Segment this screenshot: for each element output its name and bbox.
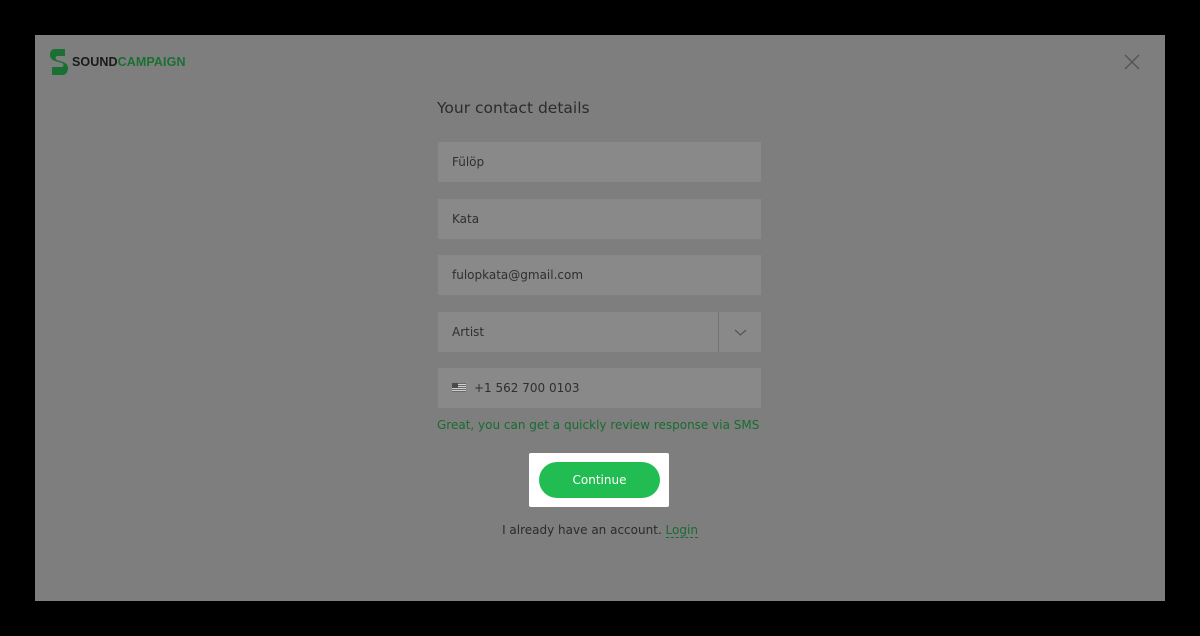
- last-name-field[interactable]: Kata: [438, 199, 761, 239]
- continue-highlight: Continue: [529, 453, 669, 507]
- logo: SOUNDCAMPAIGN: [49, 47, 186, 77]
- close-icon[interactable]: [1123, 53, 1141, 71]
- email-field[interactable]: fulopkata@gmail.com: [438, 255, 761, 295]
- page-title: Your contact details: [437, 99, 590, 117]
- brand-name: SOUNDCAMPAIGN: [72, 55, 186, 69]
- chevron-down-icon[interactable]: [734, 326, 747, 338]
- last-name-value: Kata: [452, 212, 480, 226]
- first-name-field[interactable]: Fülöp: [438, 142, 761, 182]
- phone-value: +1 562 700 0103: [474, 381, 580, 395]
- role-select[interactable]: Artist: [438, 312, 761, 352]
- flag-icon[interactable]: [452, 383, 466, 392]
- login-link[interactable]: Login: [665, 523, 698, 538]
- select-divider: [718, 312, 719, 352]
- soundcampaign-logo-icon: [50, 49, 68, 75]
- brand-name-campaign: CAMPAIGN: [117, 55, 186, 69]
- first-name-value: Fülöp: [452, 155, 485, 169]
- signup-modal: SOUNDCAMPAIGN Your contact details Fülöp…: [35, 35, 1165, 601]
- brand-name-sound: SOUND: [72, 55, 118, 69]
- account-line: I already have an account. Login: [35, 523, 1165, 538]
- account-text: I already have an account.: [502, 523, 662, 537]
- email-value: fulopkata@gmail.com: [452, 268, 584, 282]
- continue-button[interactable]: Continue: [539, 462, 660, 498]
- phone-field[interactable]: +1 562 700 0103: [438, 368, 761, 408]
- role-value: Artist: [452, 325, 485, 339]
- sms-note: Great, you can get a quickly review resp…: [437, 418, 760, 432]
